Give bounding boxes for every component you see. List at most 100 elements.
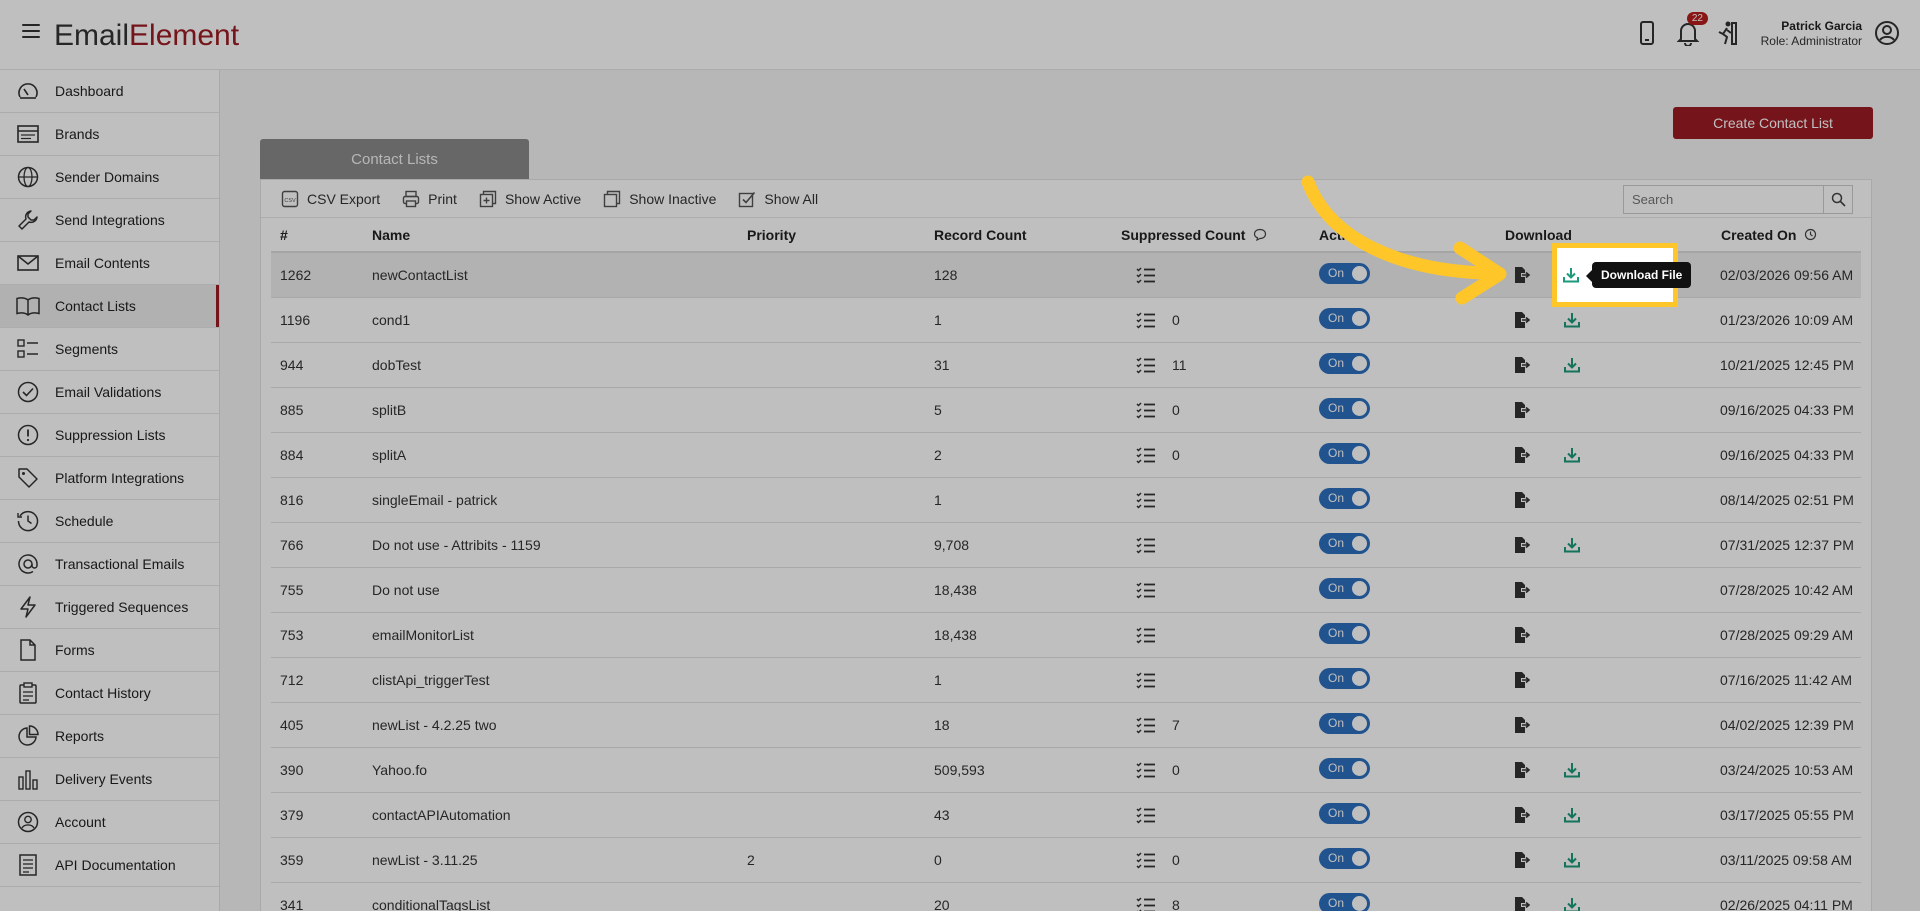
- sidebar-item-api-documentation[interactable]: API Documentation: [0, 844, 219, 887]
- suppression-list-icon[interactable]: [1136, 491, 1156, 512]
- search-input[interactable]: [1624, 186, 1823, 213]
- col-id[interactable]: #: [280, 227, 288, 243]
- cell-name[interactable]: contactAPIAutomation: [372, 807, 511, 823]
- active-toggle[interactable]: On: [1319, 758, 1370, 779]
- active-toggle[interactable]: On: [1319, 713, 1370, 734]
- cell-name[interactable]: Do not use - Attribits - 1159: [372, 537, 541, 553]
- col-name[interactable]: Name: [372, 227, 410, 243]
- active-toggle[interactable]: On: [1319, 668, 1370, 689]
- export-contacts-icon[interactable]: [1513, 401, 1531, 422]
- print-button[interactable]: Print: [402, 190, 457, 208]
- export-contacts-icon[interactable]: [1513, 671, 1531, 692]
- col-suppressed-count[interactable]: Suppressed Count: [1121, 227, 1267, 243]
- sidebar-item-send-integrations[interactable]: Send Integrations: [0, 199, 219, 242]
- sidebar-item-transactional-emails[interactable]: Transactional Emails: [0, 543, 219, 586]
- suppression-list-icon[interactable]: [1136, 626, 1156, 647]
- cell-name[interactable]: conditionalTagsList: [372, 897, 490, 911]
- table-row[interactable]: 359 newList - 3.11.25 2 0 0 On 03/11/2025 09:5…: [271, 838, 1861, 883]
- download-file-icon[interactable]: [1563, 806, 1581, 827]
- cell-name[interactable]: splitA: [372, 447, 406, 463]
- cell-name[interactable]: emailMonitorList: [372, 627, 474, 643]
- download-file-icon[interactable]: [1563, 896, 1581, 911]
- cell-name[interactable]: dobTest: [372, 357, 421, 373]
- download-file-icon[interactable]: [1563, 311, 1581, 332]
- table-row[interactable]: 712 clistApi_triggerTest 1 On 07/16/2025 11:…: [271, 658, 1861, 703]
- create-contact-list-button[interactable]: Create Contact List: [1673, 107, 1873, 139]
- exit-door-icon[interactable]: [1714, 20, 1740, 48]
- table-row[interactable]: 884 splitA 2 0 On 09/16/2025 04:33 PM: [271, 433, 1861, 478]
- sidebar-item-platform-integrations[interactable]: Platform Integrations: [0, 457, 219, 500]
- hamburger-menu-icon[interactable]: [22, 24, 40, 42]
- suppression-list-icon[interactable]: [1136, 446, 1156, 467]
- sidebar-item-schedule[interactable]: Schedule: [0, 500, 219, 543]
- show-inactive-button[interactable]: Show Inactive: [603, 190, 716, 208]
- sidebar-item-delivery-events[interactable]: Delivery Events: [0, 758, 219, 801]
- bell-icon[interactable]: 22: [1676, 12, 1708, 48]
- suppression-list-icon[interactable]: [1136, 401, 1156, 422]
- cell-name[interactable]: Do not use: [372, 582, 440, 598]
- download-file-icon[interactable]: [1563, 446, 1581, 467]
- search-button[interactable]: [1823, 186, 1852, 213]
- sidebar-item-suppression-lists[interactable]: Suppression Lists: [0, 414, 219, 457]
- cell-name[interactable]: cond1: [372, 312, 410, 328]
- suppression-list-icon[interactable]: [1136, 581, 1156, 602]
- sidebar-item-email-contents[interactable]: Email Contents: [0, 242, 219, 285]
- csv-export-button[interactable]: CSV CSV Export: [281, 190, 380, 208]
- active-toggle[interactable]: On: [1319, 848, 1370, 869]
- active-toggle[interactable]: On: [1319, 578, 1370, 599]
- suppression-list-icon[interactable]: [1136, 311, 1156, 332]
- download-file-icon[interactable]: [1563, 356, 1581, 377]
- export-contacts-icon[interactable]: [1513, 716, 1531, 737]
- sidebar-item-brands[interactable]: Brands: [0, 113, 219, 156]
- table-row[interactable]: 341 conditionalTagsList 20 8 On 02/26/2025 04…: [271, 883, 1861, 911]
- sidebar-item-segments[interactable]: Segments: [0, 328, 219, 371]
- table-row[interactable]: 753 emailMonitorList 18,438 On 07/28/2025 09…: [271, 613, 1861, 658]
- export-contacts-icon[interactable]: [1513, 581, 1531, 602]
- download-file-icon[interactable]: [1563, 851, 1581, 872]
- table-row[interactable]: 405 newList - 4.2.25 two 18 7 On 04/02/2025 1…: [271, 703, 1861, 748]
- export-contacts-icon[interactable]: [1513, 536, 1531, 557]
- export-contacts-icon[interactable]: [1513, 356, 1531, 377]
- export-contacts-icon[interactable]: [1513, 626, 1531, 647]
- sidebar-item-triggered-sequences[interactable]: Triggered Sequences: [0, 586, 219, 629]
- sidebar-item-forms[interactable]: Forms: [0, 629, 219, 672]
- tab-contact-lists[interactable]: Contact Lists: [260, 139, 529, 179]
- suppression-list-icon[interactable]: [1136, 356, 1156, 377]
- mobile-phone-icon[interactable]: [1638, 20, 1664, 48]
- table-row[interactable]: 390 Yahoo.fo 509,593 0 On 03/24/2025 10:53 AM: [271, 748, 1861, 793]
- sidebar-item-dashboard[interactable]: Dashboard: [0, 70, 219, 113]
- cell-name[interactable]: splitB: [372, 402, 406, 418]
- col-record-count[interactable]: Record Count: [934, 227, 1027, 243]
- suppression-list-icon[interactable]: [1136, 896, 1156, 911]
- active-toggle[interactable]: On: [1319, 893, 1370, 911]
- sidebar-item-sender-domains[interactable]: Sender Domains: [0, 156, 219, 199]
- suppression-list-icon[interactable]: [1136, 761, 1156, 782]
- cell-name[interactable]: newList - 3.11.25: [372, 852, 478, 868]
- cell-name[interactable]: newList - 4.2.25 two: [372, 717, 497, 733]
- suppression-list-icon[interactable]: [1136, 716, 1156, 737]
- suppression-list-icon[interactable]: [1136, 806, 1156, 827]
- export-contacts-icon[interactable]: [1513, 806, 1531, 827]
- export-contacts-icon[interactable]: [1513, 761, 1531, 782]
- col-created-on[interactable]: Created On: [1721, 227, 1817, 243]
- user-avatar-icon[interactable]: [1874, 20, 1900, 46]
- active-toggle[interactable]: On: [1319, 623, 1370, 644]
- sidebar-item-email-validations[interactable]: Email Validations: [0, 371, 219, 414]
- table-row[interactable]: 885 splitB 5 0 On 09/16/2025 04:33 PM: [271, 388, 1861, 433]
- table-row[interactable]: 766 Do not use - Attribits - 1159 9,708 On 0…: [271, 523, 1861, 568]
- cell-name[interactable]: clistApi_triggerTest: [372, 672, 490, 688]
- col-priority[interactable]: Priority: [747, 227, 796, 243]
- cell-name[interactable]: newContactList: [372, 267, 468, 283]
- table-row[interactable]: 379 contactAPIAutomation 43 On 03/17/2025 05…: [271, 793, 1861, 838]
- user-info[interactable]: Patrick Garcia Role: Administrator: [1761, 19, 1862, 49]
- table-row[interactable]: 816 singleEmail - patrick 1 On 08/14/2025 02…: [271, 478, 1861, 523]
- show-active-button[interactable]: Show Active: [479, 190, 581, 208]
- cell-name[interactable]: Yahoo.fo: [372, 762, 427, 778]
- table-row[interactable]: 755 Do not use 18,438 On 07/28/2025 10:42 AM: [271, 568, 1861, 613]
- download-file-icon[interactable]: [1563, 536, 1581, 557]
- active-toggle[interactable]: On: [1319, 353, 1370, 374]
- table-row[interactable]: 944 dobTest 31 11 On 10/21/2025 12:45 PM: [271, 343, 1861, 388]
- sidebar-item-contact-lists[interactable]: Contact Lists: [0, 285, 219, 328]
- app-logo[interactable]: EmailElement: [54, 19, 239, 53]
- export-contacts-icon[interactable]: [1513, 851, 1531, 872]
